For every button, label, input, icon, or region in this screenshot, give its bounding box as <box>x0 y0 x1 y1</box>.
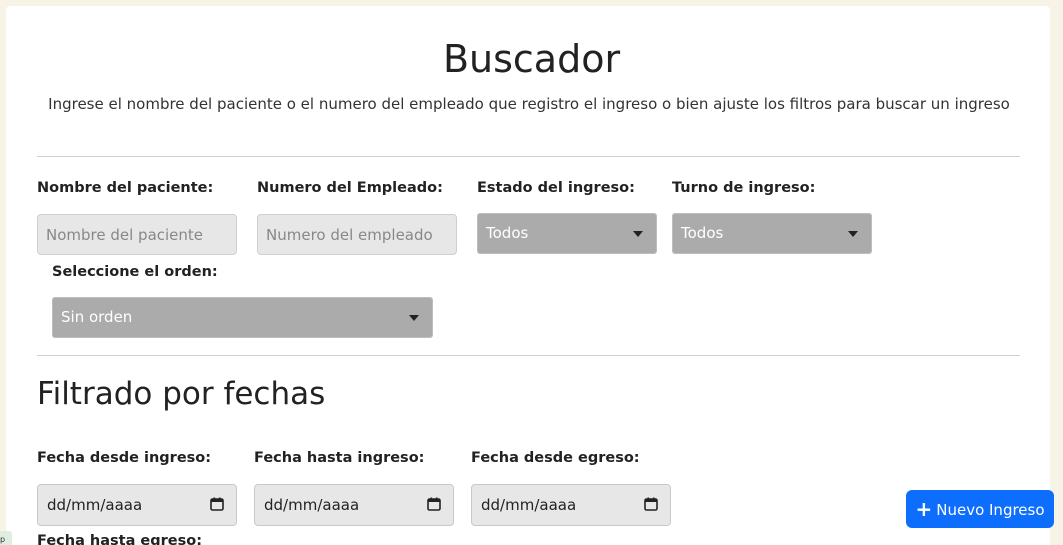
chevron-down-icon <box>848 231 858 237</box>
plus-icon: + <box>915 497 933 521</box>
order-label: Seleccione el orden: <box>52 264 218 280</box>
date-filter-title: Filtrado por fechas <box>37 376 326 412</box>
order-select[interactable]: Sin orden <box>52 297 433 338</box>
page-subtitle: Ingrese el nombre del paciente o el nume… <box>48 95 1010 113</box>
new-admission-button-label: Nuevo Ingreso <box>936 501 1045 519</box>
shift-label: Turno de ingreso: <box>672 180 816 196</box>
employee-number-input[interactable] <box>257 214 457 255</box>
status-select-value: Todos <box>486 224 529 242</box>
to-admission-date-value: dd/mm/aaaa <box>264 496 360 514</box>
shift-select[interactable]: Todos <box>672 213 872 254</box>
patient-name-input[interactable] <box>37 214 237 255</box>
calendar-icon[interactable] <box>427 497 441 511</box>
to-discharge-label: Fecha hasta egreso: <box>37 533 202 545</box>
new-admission-button[interactable]: + Nuevo Ingreso <box>906 490 1054 528</box>
divider <box>37 156 1020 157</box>
chevron-down-icon <box>409 315 419 321</box>
shift-select-value: Todos <box>681 224 724 242</box>
to-admission-label: Fecha hasta ingreso: <box>254 450 425 466</box>
status-label: Estado del ingreso: <box>477 180 635 196</box>
page: Buscador Ingrese el nombre del paciente … <box>0 0 1063 545</box>
employee-number-label: Numero del Empleado: <box>257 180 443 196</box>
calendar-icon[interactable] <box>644 497 658 511</box>
chevron-down-icon <box>633 231 643 237</box>
from-admission-label: Fecha desde ingreso: <box>37 450 212 466</box>
divider <box>37 355 1020 356</box>
order-select-value: Sin orden <box>61 308 133 326</box>
patient-name-label: Nombre del paciente: <box>37 180 214 196</box>
corner-widget-label: p <box>0 535 6 544</box>
from-discharge-date-value: dd/mm/aaaa <box>481 496 577 514</box>
calendar-icon[interactable] <box>210 497 224 511</box>
from-admission-date-value: dd/mm/aaaa <box>47 496 143 514</box>
from-discharge-label: Fecha desde egreso: <box>471 450 640 466</box>
page-title: Buscador <box>442 37 621 81</box>
status-select[interactable]: Todos <box>477 213 657 254</box>
to-admission-date-input[interactable]: dd/mm/aaaa <box>254 484 454 526</box>
from-discharge-date-input[interactable]: dd/mm/aaaa <box>471 484 671 526</box>
corner-widget[interactable]: p <box>0 531 12 545</box>
from-admission-date-input[interactable]: dd/mm/aaaa <box>37 484 237 526</box>
